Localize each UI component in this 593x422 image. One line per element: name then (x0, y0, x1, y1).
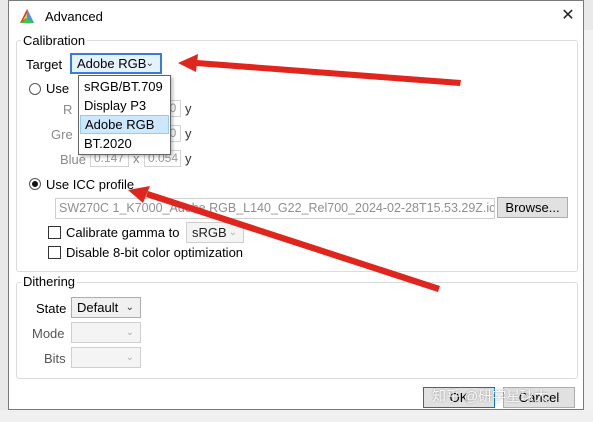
arrow-to-target-select (178, 54, 461, 86)
watermark-text: 知乎 @研学星球大 (432, 388, 549, 404)
annotation-arrows (128, 54, 461, 292)
arrow-to-use-icc-profile (128, 186, 440, 292)
